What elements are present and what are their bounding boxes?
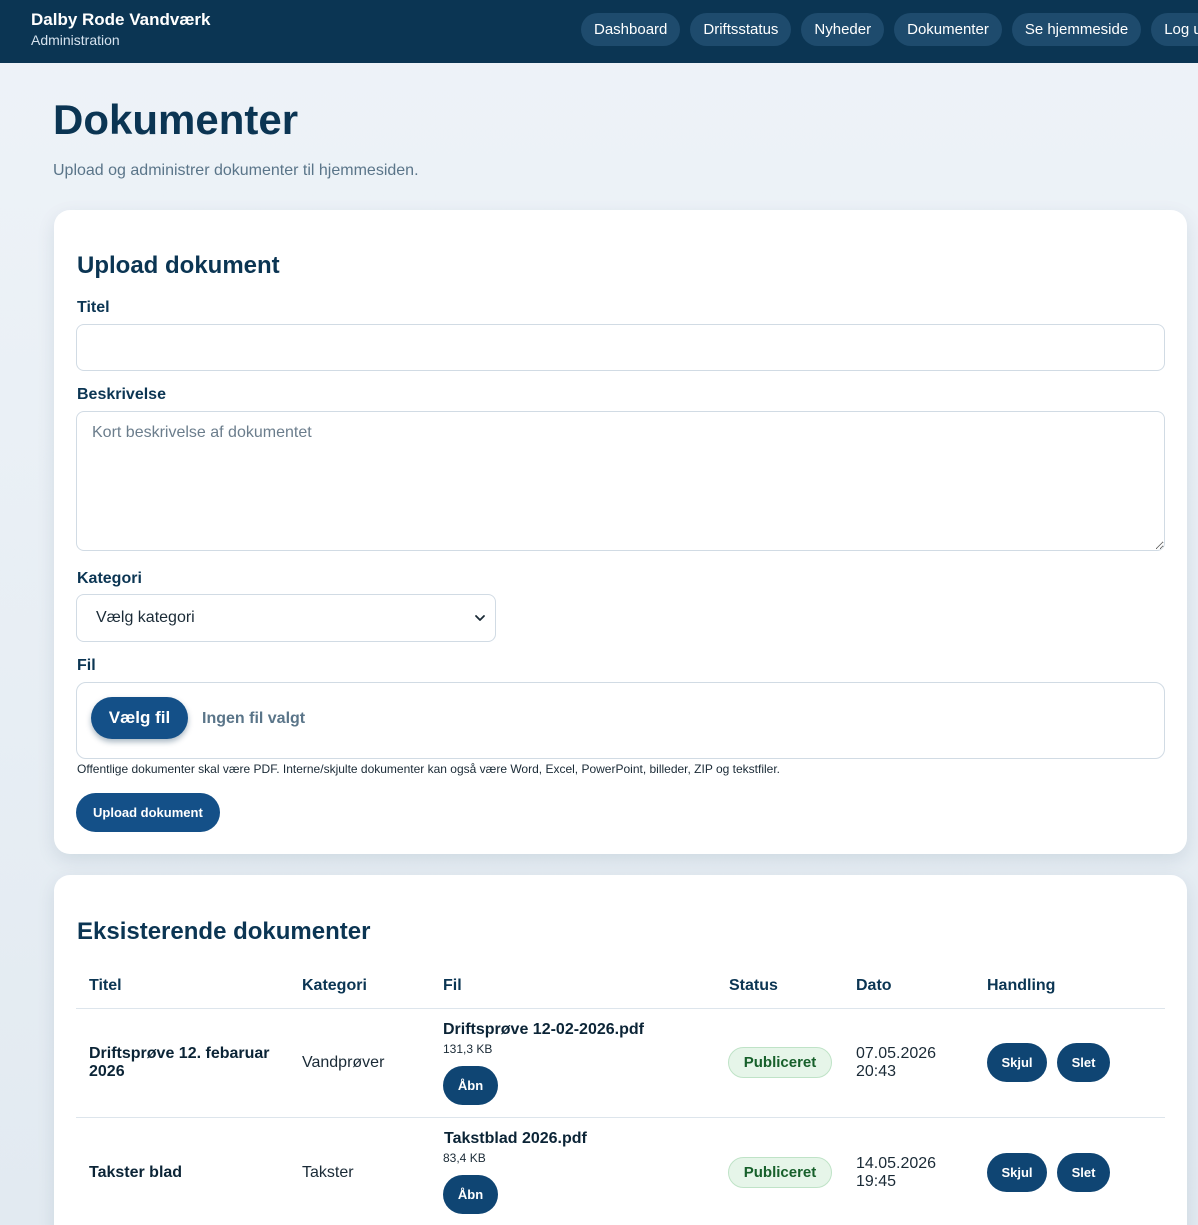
upload-card: Upload dokument Titel Beskrivelse Katego… — [54, 210, 1187, 854]
file-label: Fil — [77, 657, 96, 674]
nav-se-hjemmeside[interactable]: Se hjemmeside — [1011, 13, 1142, 46]
file-input[interactable]: Vælg fil Ingen fil valgt — [76, 682, 1165, 759]
row-file-name: Takstblad 2026.pdf — [444, 1130, 587, 1147]
open-button[interactable]: Åbn — [443, 1066, 498, 1105]
hide-button[interactable]: Skjul — [987, 1153, 1047, 1192]
brand: Dalby Rode Vandværk Administration — [31, 10, 211, 49]
column-header-handling: Handling — [987, 977, 1056, 994]
column-header-dato: Dato — [856, 977, 892, 994]
nav-log-ud[interactable]: Log ud — [1151, 13, 1198, 46]
upload-heading: Upload dokument — [77, 252, 280, 279]
nav-dashboard[interactable]: Dashboard — [581, 13, 681, 46]
brand-subtitle: Administration — [31, 32, 120, 48]
description-textarea[interactable] — [76, 411, 1165, 551]
top-bar: Dalby Rode Vandværk Administration Dashb… — [0, 0, 1198, 63]
row-time: 20:43 — [856, 1063, 897, 1080]
open-button[interactable]: Åbn — [443, 1175, 498, 1214]
row-time: 19:45 — [856, 1173, 897, 1190]
row-date: 14.05.2026 — [856, 1155, 937, 1172]
description-label: Beskrivelse — [77, 386, 166, 403]
title-input[interactable] — [76, 324, 1165, 371]
category-label: Kategori — [77, 570, 142, 587]
page-subtitle: Upload og administrer dokumenter til hje… — [53, 162, 419, 179]
page-title: Dokumenter — [53, 96, 299, 143]
delete-button[interactable]: Slet — [1057, 1153, 1110, 1192]
documents-heading: Eksisterende dokumenter — [77, 918, 371, 945]
hide-button[interactable]: Skjul — [987, 1043, 1047, 1082]
row-divider — [76, 1117, 1165, 1118]
title-label: Titel — [77, 299, 110, 316]
header-divider — [76, 1008, 1165, 1009]
column-header-status: Status — [729, 977, 778, 994]
category-selected-value: Vælg kategori — [96, 609, 195, 626]
row-file-size: 131,3 KB — [443, 1042, 493, 1056]
row-title: Takster blad — [89, 1164, 183, 1181]
chevron-down-icon — [475, 615, 485, 621]
nav-dokumenter[interactable]: Dokumenter — [894, 13, 1002, 46]
main-nav: Dashboard Driftsstatus Nyheder Dokumente… — [581, 13, 1198, 46]
row-title: Driftsprøve 12. febaruar 2026 — [89, 1045, 270, 1080]
column-header-kategori: Kategori — [302, 977, 367, 994]
brand-name: Dalby Rode Vandværk — [31, 10, 211, 29]
nav-driftsstatus[interactable]: Driftsstatus — [690, 13, 792, 46]
nav-nyheder[interactable]: Nyheder — [801, 13, 885, 46]
row-category: Takster — [302, 1164, 354, 1181]
delete-button[interactable]: Slet — [1057, 1043, 1110, 1082]
row-date: 07.05.2026 — [856, 1045, 937, 1062]
file-hint: Offentlige dokumenter skal være PDF. Int… — [77, 762, 781, 776]
no-file-text: Ingen fil valgt — [202, 710, 306, 727]
row-category: Vandprøver — [302, 1054, 385, 1071]
column-header-titel: Titel — [89, 977, 122, 994]
upload-button[interactable]: Upload dokument — [76, 793, 220, 832]
row-file-size: 83,4 KB — [443, 1151, 486, 1165]
category-select[interactable]: Vælg kategori — [76, 594, 496, 642]
status-badge: Publiceret — [728, 1047, 832, 1078]
column-header-fil: Fil — [443, 977, 462, 994]
status-badge: Publiceret — [728, 1157, 832, 1188]
choose-file-button[interactable]: Vælg fil — [91, 697, 188, 739]
row-file-name: Driftsprøve 12-02-2026.pdf — [443, 1021, 644, 1038]
documents-card: Eksisterende dokumenter Titel Kategori F… — [54, 875, 1187, 1225]
